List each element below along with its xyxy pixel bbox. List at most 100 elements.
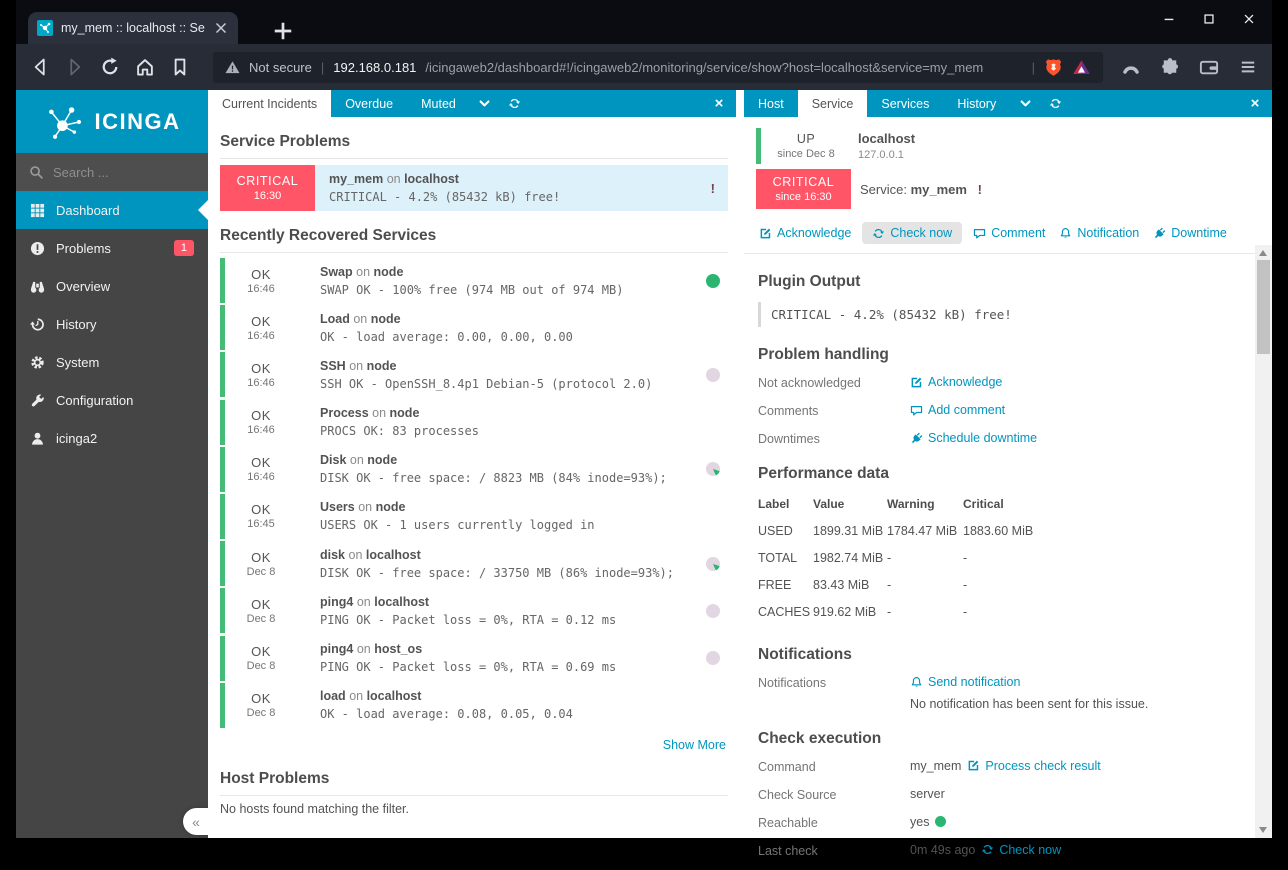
- search-input[interactable]: [53, 165, 195, 180]
- recovered-service-row[interactable]: OK 16:46 Load on node OK - load average:…: [220, 305, 728, 350]
- browser-tab[interactable]: my_mem :: localhost :: Serv: [28, 12, 238, 44]
- recovered-service-row[interactable]: OK 16:46 Swap on node SWAP OK - 100% fre…: [220, 258, 728, 303]
- dashboard-refresh-icon[interactable]: [500, 90, 530, 117]
- acknowledge-button[interactable]: Acknowledge: [756, 222, 854, 244]
- tab-close-icon[interactable]: [213, 20, 229, 36]
- scroll-up-icon[interactable]: [1259, 250, 1267, 256]
- send-notification-link[interactable]: Send notification: [910, 675, 1020, 689]
- sidebar-item-problems[interactable]: Problems1: [16, 229, 208, 267]
- service-detail-panel: HostServiceServicesHistory × UP since Dec…: [744, 90, 1272, 838]
- home-icon[interactable]: [135, 57, 155, 77]
- brave-shield-icon[interactable]: [1044, 58, 1063, 77]
- sidebar-item-icinga2[interactable]: icinga2: [16, 419, 208, 457]
- detail-close-icon[interactable]: ×: [1238, 90, 1272, 117]
- url-bar[interactable]: Not secure | 192.168.0.181/icingaweb2/da…: [213, 52, 1103, 83]
- window-minimize-button[interactable]: [1162, 12, 1176, 26]
- downtime-icon: [910, 432, 923, 445]
- plugin-output-text: CRITICAL - 4.2% (85432 kB) free!: [758, 302, 1258, 327]
- sidebar-collapse-button[interactable]: «: [183, 808, 209, 835]
- notification-button[interactable]: Notification: [1056, 222, 1142, 244]
- tab-service[interactable]: Service: [798, 90, 868, 117]
- extensions-puzzle-icon[interactable]: [1160, 57, 1180, 77]
- service-problem-row[interactable]: CRITICAL 16:30 my_mem on localhost CRITI…: [220, 165, 728, 211]
- service-summary[interactable]: CRITICAL since 16:30 Service: my_mem !: [756, 169, 1260, 209]
- problem-handling-link[interactable]: Acknowledge: [910, 375, 1002, 389]
- detail-tabbar: HostServiceServicesHistory ×: [744, 90, 1272, 117]
- url-host: 192.168.0.181: [333, 60, 416, 75]
- detail-tabs-chevron-down-icon[interactable]: [1010, 90, 1040, 117]
- bat-rewards-icon[interactable]: [1072, 58, 1091, 77]
- recovered-service-row[interactable]: OK Dec 8 disk on localhost DISK OK - fre…: [220, 541, 728, 586]
- process-check-result-link[interactable]: Process check result: [967, 759, 1100, 773]
- window-close-button[interactable]: [1242, 12, 1256, 26]
- problem-handling-row: Downtimes Schedule downtime: [758, 431, 1258, 446]
- bell-icon: [1059, 227, 1072, 240]
- tab-overdue[interactable]: Overdue: [331, 90, 407, 117]
- check-source-value: server: [910, 787, 945, 801]
- scrollbar-thumb[interactable]: [1257, 260, 1270, 354]
- recovered-service-row[interactable]: OK 16:45 Users on node USERS OK - 1 user…: [220, 494, 728, 539]
- recovered-service-row[interactable]: OK Dec 8 ping4 on host_os PING OK - Pack…: [220, 636, 728, 681]
- back-icon[interactable]: [30, 57, 50, 77]
- brand-text: ICINGA: [95, 109, 181, 135]
- scrollbar[interactable]: [1255, 245, 1272, 838]
- check-now-link[interactable]: Check now: [981, 843, 1061, 857]
- dashboard-close-icon[interactable]: ×: [702, 90, 736, 117]
- sidebar-search[interactable]: [16, 153, 208, 191]
- host-summary[interactable]: UP since Dec 8 localhost 127.0.0.1: [756, 128, 1260, 164]
- state-dot: [706, 274, 720, 288]
- new-tab-button[interactable]: [268, 16, 292, 40]
- tab-history[interactable]: History: [943, 90, 1010, 117]
- problems-count-badge: 1: [174, 240, 194, 256]
- state-dot: [706, 604, 720, 618]
- bookmark-icon[interactable]: [170, 57, 190, 77]
- problem-handling-link[interactable]: Add comment: [910, 403, 1005, 417]
- performance-table: LabelValueWarningCritical USED1899.31 Mi…: [758, 494, 1083, 627]
- sidebar-item-label: icinga2: [56, 431, 97, 446]
- tab-current-incidents[interactable]: Current Incidents: [208, 90, 331, 117]
- edit-icon: [910, 376, 923, 389]
- downtime-button[interactable]: Downtime: [1150, 222, 1230, 244]
- detail-header: UP since Dec 8 localhost 127.0.0.1 CRITI…: [744, 117, 1272, 254]
- wallet-icon[interactable]: [1199, 57, 1219, 77]
- recovered-service-row[interactable]: OK Dec 8 ping4 on localhost PING OK - Pa…: [220, 588, 728, 633]
- icinga-logo: ICINGA: [16, 90, 208, 153]
- recovered-service-row[interactable]: OK 16:46 Process on node PROCS OK: 83 pr…: [220, 400, 728, 445]
- reload-icon[interactable]: [100, 57, 120, 77]
- comment-icon: [910, 404, 923, 417]
- dashboard-tabs-chevron-down-icon[interactable]: [470, 90, 500, 117]
- refresh-icon: [872, 227, 885, 240]
- show-more-link[interactable]: Show More: [663, 738, 726, 752]
- scroll-down-icon[interactable]: [1259, 827, 1267, 833]
- sidebar-item-overview[interactable]: Overview: [16, 267, 208, 305]
- state-dot: [706, 368, 720, 382]
- sidebar-item-system[interactable]: System: [16, 343, 208, 381]
- problem-handling-row: Not acknowledged Acknowledge: [758, 375, 1258, 390]
- tab-services[interactable]: Services: [867, 90, 943, 117]
- dashboard-tabbar: Current IncidentsOverdueMuted ×: [208, 90, 736, 117]
- notifications-row: Notifications Send notification No notif…: [758, 675, 1258, 711]
- recovered-service-row[interactable]: OK 16:46 Disk on node DISK OK - free spa…: [220, 447, 728, 492]
- window-maximize-button[interactable]: [1202, 12, 1216, 26]
- comment-button[interactable]: Comment: [970, 222, 1048, 244]
- search-icon: [29, 165, 44, 180]
- recovered-service-row[interactable]: OK Dec 8 load on localhost OK - load ave…: [220, 683, 728, 728]
- sidebar-item-history[interactable]: History: [16, 305, 208, 343]
- notifications-label: Notifications: [758, 675, 910, 690]
- vpn-arc-icon[interactable]: [1121, 57, 1141, 77]
- tab-host[interactable]: Host: [744, 90, 798, 117]
- icinga-molecule-icon: [44, 102, 90, 142]
- sidebar-item-configuration[interactable]: Configuration: [16, 381, 208, 419]
- sidebar: ICINGA DashboardProblems1Overview History…: [16, 90, 208, 838]
- section-title-service-problems: Service Problems: [220, 133, 728, 159]
- check-now-button[interactable]: Check now: [862, 222, 962, 244]
- history-icon: [30, 317, 45, 332]
- problem-handling-link[interactable]: Schedule downtime: [910, 431, 1037, 445]
- menu-hamburger-icon[interactable]: [1238, 57, 1258, 77]
- sidebar-item-label: History: [56, 317, 96, 332]
- host-address: 127.0.0.1: [858, 149, 915, 161]
- tab-muted[interactable]: Muted: [407, 90, 470, 117]
- recovered-service-row[interactable]: OK 16:46 SSH on node SSH OK - OpenSSH_8.…: [220, 352, 728, 397]
- detail-refresh-icon[interactable]: [1040, 90, 1070, 117]
- sidebar-item-dashboard[interactable]: Dashboard: [16, 191, 208, 229]
